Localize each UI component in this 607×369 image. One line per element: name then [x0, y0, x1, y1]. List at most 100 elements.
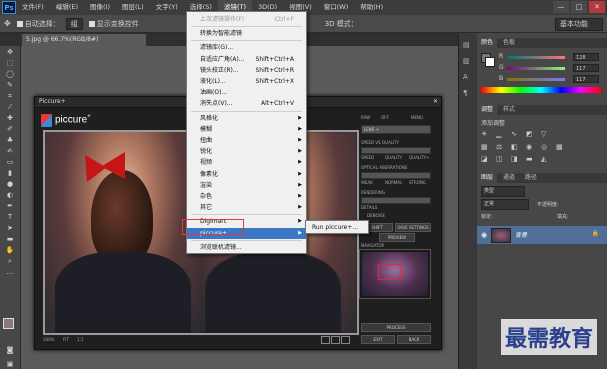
- history-brush-icon[interactable]: ✍: [4, 147, 16, 156]
- tab-paths[interactable]: 路径: [521, 173, 541, 183]
- menu-item[interactable]: 文字(Y): [150, 0, 184, 15]
- show-transform-checkbox[interactable]: 显示变换控件: [88, 19, 139, 29]
- color-spectrum-bar[interactable]: [481, 87, 601, 93]
- piccure-close-icon[interactable]: ✕: [433, 98, 438, 105]
- green-value-field[interactable]: 117: [573, 64, 599, 72]
- properties-panel-icon[interactable]: ▥: [463, 57, 473, 65]
- minimize-button[interactable]: —: [553, 1, 569, 13]
- navigator-thumbnail[interactable]: [359, 249, 431, 299]
- red-value-field[interactable]: 128: [573, 53, 599, 61]
- stamp-tool-icon[interactable]: ♣: [4, 136, 16, 145]
- zoom-tool-icon[interactable]: ⌕: [4, 257, 16, 266]
- close-button[interactable]: ✕: [589, 1, 605, 13]
- menu-item[interactable]: 图层(L): [116, 0, 150, 15]
- view-split-icon[interactable]: [331, 336, 340, 344]
- zoom-percent[interactable]: 100%: [43, 337, 54, 342]
- eyedropper-tool-icon[interactable]: ⁄: [4, 103, 16, 112]
- paragraph-panel-icon[interactable]: ¶: [463, 89, 473, 97]
- view-single-icon[interactable]: [321, 336, 330, 344]
- filter-menu-item[interactable]: 自适应广角(A)... Shift+Ctrl+A: [187, 54, 306, 65]
- filter-menu-item[interactable]: 视频 ▶: [187, 157, 306, 168]
- save-settings-button[interactable]: SAVE SETTINGS: [395, 223, 431, 232]
- blend-mode-dropdown[interactable]: 正常: [481, 199, 529, 210]
- speed-quality-slider[interactable]: [361, 147, 431, 154]
- filter-menu-item[interactable]: 模糊 ▶: [187, 124, 306, 135]
- visibility-eye-icon[interactable]: ◉: [481, 231, 487, 239]
- off-toggle[interactable]: OFF: [381, 115, 389, 120]
- fit-button[interactable]: FIT: [63, 337, 69, 342]
- back-button[interactable]: BACK: [397, 335, 431, 344]
- maximize-button[interactable]: □: [571, 1, 587, 13]
- tab-layers[interactable]: 图层: [477, 173, 498, 183]
- navigator-viewport-box[interactable]: [378, 264, 402, 280]
- workspace-dropdown[interactable]: 基本功能: [555, 18, 603, 31]
- invert-icon[interactable]: ◪: [481, 155, 496, 164]
- blue-value-field[interactable]: 117: [573, 75, 599, 83]
- photo-filter-icon[interactable]: ◉: [526, 143, 541, 152]
- selective-color-icon[interactable]: ◭: [541, 155, 556, 164]
- filter-menu-item[interactable]: 浏览联机滤镜...: [187, 242, 306, 253]
- gradient-tool-icon[interactable]: ▮: [4, 169, 16, 178]
- quick-mask-icon[interactable]: ◙: [4, 346, 16, 355]
- type-tool-icon[interactable]: T: [4, 213, 16, 222]
- screen-mode-icon[interactable]: ▣: [4, 360, 16, 369]
- curves-icon[interactable]: ∿: [511, 130, 526, 139]
- quick-select-tool-icon[interactable]: ✎: [4, 81, 16, 90]
- blue-slider[interactable]: [507, 78, 565, 81]
- layer-name[interactable]: 背景: [515, 230, 527, 239]
- healing-brush-icon[interactable]: ✚: [4, 114, 16, 123]
- marquee-tool-icon[interactable]: ⬚: [4, 59, 16, 68]
- filter-menu-item[interactable]: 其它 ▶: [187, 202, 306, 213]
- exposure-icon[interactable]: ◩: [526, 130, 541, 139]
- exit-button[interactable]: EXIT: [361, 335, 395, 344]
- filter-menu-item[interactable]: 转换为智能滤镜: [187, 28, 306, 39]
- menu-item[interactable]: 编辑(E): [50, 0, 84, 15]
- brush-tool-icon[interactable]: ✐: [4, 125, 16, 134]
- auto-select-dropdown[interactable]: 组: [65, 17, 83, 30]
- red-slider[interactable]: [507, 56, 565, 59]
- levels-icon[interactable]: ▁: [496, 130, 511, 139]
- foreground-color-swatch[interactable]: [3, 318, 14, 329]
- gradient-map-icon[interactable]: ▬: [526, 155, 541, 164]
- black-white-icon[interactable]: ◧: [511, 143, 526, 152]
- vibrance-icon[interactable]: ▽: [541, 130, 556, 139]
- background-swatch[interactable]: [485, 57, 495, 67]
- one-to-one-button[interactable]: 1:1: [77, 337, 83, 342]
- filter-menu-item[interactable]: 杂色 ▶: [187, 191, 306, 202]
- crop-tool-icon[interactable]: ⌗: [4, 92, 16, 101]
- character-panel-icon[interactable]: A: [463, 73, 473, 81]
- run-piccure-menu-item[interactable]: Run piccure+...: [312, 224, 358, 231]
- tab-adjustments[interactable]: 调整: [477, 105, 498, 115]
- color-lookup-icon[interactable]: ▩: [556, 143, 571, 152]
- posterize-icon[interactable]: ◫: [496, 155, 511, 164]
- menu-item[interactable]: 图像(I): [84, 0, 116, 15]
- menu-item[interactable]: 文件(F): [16, 0, 50, 15]
- lens-dropdown[interactable]: LENS +: [361, 125, 431, 134]
- pen-tool-icon[interactable]: ✒: [4, 202, 16, 211]
- threshold-icon[interactable]: ◨: [511, 155, 526, 164]
- rendering-slider[interactable]: [361, 197, 431, 204]
- hue-saturation-icon[interactable]: ▦: [481, 143, 496, 152]
- filter-menu-item[interactable]: 像素化 ▶: [187, 169, 306, 180]
- auto-select-checkbox[interactable]: 自动选择：: [16, 19, 60, 29]
- filter-menu-item[interactable]: 扭曲 ▶: [187, 135, 306, 146]
- layer-row[interactable]: ◉ 背景 🔒: [477, 226, 607, 244]
- shape-tool-icon[interactable]: ▬: [4, 235, 16, 244]
- filter-menu-item[interactable]: 消失点(V)... Alt+Ctrl+V: [187, 98, 306, 109]
- filter-menu-item[interactable]: 油画(O)...: [187, 87, 306, 98]
- process-button[interactable]: PROCESS: [361, 323, 431, 332]
- green-slider[interactable]: [507, 67, 565, 70]
- menu-item[interactable]: 帮助(H): [354, 0, 389, 15]
- move-tool-icon[interactable]: ✥: [4, 19, 11, 28]
- filter-menu-item[interactable]: 渲染 ▶: [187, 180, 306, 191]
- filter-menu-item[interactable]: 锐化 ▶: [187, 146, 306, 157]
- filter-menu-item[interactable]: 滤镜库(G)...: [187, 42, 306, 53]
- lasso-tool-icon[interactable]: ◯: [4, 70, 16, 79]
- optical-aberrations-slider[interactable]: [361, 172, 431, 179]
- filter-menu-item[interactable]: 风格化 ▶: [187, 113, 306, 124]
- more-tools-icon[interactable]: …: [4, 268, 16, 277]
- tab-swatches[interactable]: 色板: [499, 38, 519, 48]
- menu-item[interactable]: 窗口(W): [318, 0, 355, 15]
- dodge-tool-icon[interactable]: ◐: [4, 191, 16, 200]
- color-balance-icon[interactable]: ⚖: [496, 143, 511, 152]
